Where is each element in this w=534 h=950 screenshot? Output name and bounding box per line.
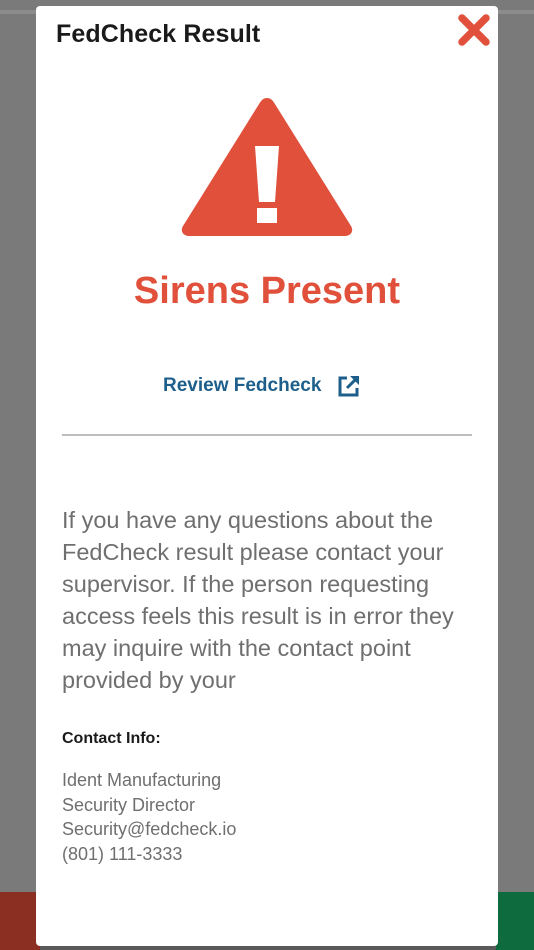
modal-title: FedCheck Result [56, 20, 261, 48]
backdrop-red-bar [0, 892, 40, 950]
external-link-icon [338, 375, 360, 397]
review-fedcheck-label: Review Fedcheck [163, 375, 322, 396]
result-status: Sirens Present [133, 270, 401, 312]
info-message: If you have any questions about the FedC… [62, 507, 454, 693]
contact-role: Security Director [62, 794, 196, 815]
backdrop-green-bar [496, 892, 534, 950]
contact-email: Security@fedcheck.io [62, 819, 237, 839]
warning-triangle-icon [181, 98, 353, 236]
contact-info-block: Ident Manufacturing Security Director Se… [62, 768, 236, 866]
review-fedcheck-link[interactable]: Review Fedcheck [163, 374, 361, 398]
contact-info-heading: Contact Info: [62, 730, 161, 747]
contact-phone: (801) 111-3333 [62, 843, 183, 864]
close-x-icon [458, 14, 490, 46]
divider [62, 434, 472, 436]
fedcheck-result-modal: FedCheck Result Sirens Present Review Fe… [36, 6, 498, 946]
close-button[interactable] [456, 12, 492, 48]
contact-company: Ident Manufacturing [62, 770, 222, 790]
